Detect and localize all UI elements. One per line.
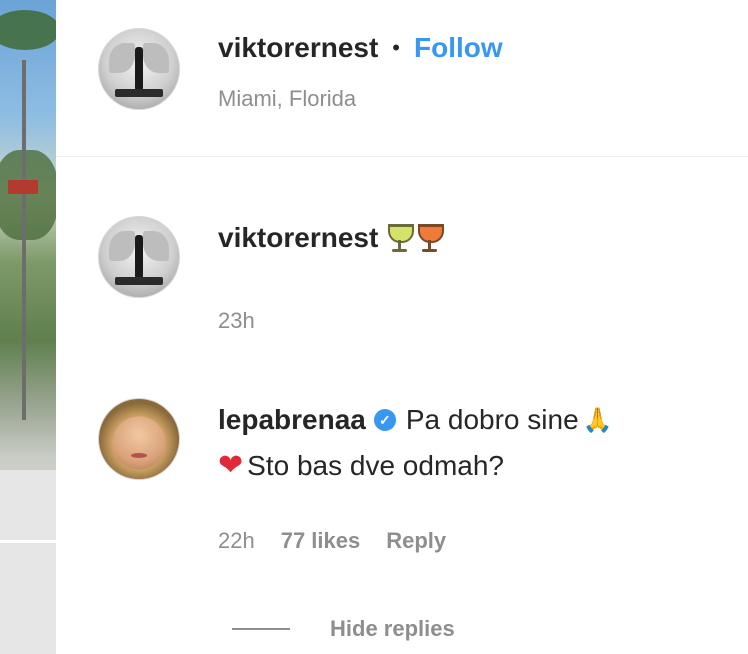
road-shape (0, 470, 56, 654)
likes-count-button[interactable]: 77 likes (281, 528, 361, 554)
caption-emoji (386, 222, 445, 254)
palm-tree-shape (0, 10, 56, 50)
palm-tree-shape (0, 150, 56, 240)
praying-hands-icon: 🙏 (582, 406, 613, 434)
avatar-wing-right (143, 231, 169, 261)
avatar-hair (99, 399, 179, 479)
tropical-drink-icon (386, 222, 415, 254)
avatar-wing-right (143, 43, 169, 73)
hide-replies-label: Hide replies (330, 616, 455, 641)
avatar[interactable] (98, 28, 180, 110)
verified-badge-icon: ✓ (373, 409, 396, 431)
avatar-wing-left (109, 43, 135, 73)
post-photo-strip[interactable] (0, 0, 56, 654)
avatar-base (115, 277, 163, 285)
location-link[interactable]: Miami, Florida (218, 86, 356, 112)
avatar-wing-left (109, 231, 135, 261)
comment-username-link[interactable]: lepabrenaa (218, 404, 366, 436)
road-marking-shape (0, 540, 56, 543)
caption-timestamp[interactable]: 23h (218, 308, 255, 334)
hide-replies-button[interactable]: Hide replies (232, 616, 455, 642)
post-side-panel: viktorernest • Follow Miami, Florida vik… (56, 0, 748, 654)
username-link[interactable]: viktorernest (218, 32, 378, 64)
avatar[interactable] (98, 398, 180, 480)
avatar[interactable] (98, 216, 180, 298)
red-heart-icon: ❤ (218, 449, 244, 482)
street-sign-shape (8, 180, 38, 194)
avatar-lips (131, 453, 147, 458)
comment-meta: 22h 77 likes Reply (218, 528, 446, 554)
avatar-figure (135, 47, 143, 91)
reply-button[interactable]: Reply (386, 528, 446, 554)
comment-line-1: lepabrenaa ✓ Pa dobro sine 🙏 (218, 404, 613, 436)
street-pole-shape (22, 60, 26, 420)
separator-dot: • (392, 35, 400, 60)
caption: viktorernest (218, 222, 445, 254)
comment-timestamp[interactable]: 22h (218, 528, 255, 554)
post-header: viktorernest • Follow (218, 32, 503, 64)
hide-replies-line (232, 628, 290, 630)
avatar-base (115, 89, 163, 97)
comment-line-2: ❤ Sto bas dve odmah? (218, 450, 504, 482)
tropical-drink-icon (416, 222, 445, 254)
comment-text: Sto bas dve odmah? (247, 450, 504, 481)
caption-username-link[interactable]: viktorernest (218, 222, 378, 254)
comment-text: Pa dobro sine (405, 404, 579, 435)
follow-button[interactable]: Follow (414, 32, 503, 64)
avatar-figure (135, 235, 143, 279)
divider (56, 156, 748, 157)
